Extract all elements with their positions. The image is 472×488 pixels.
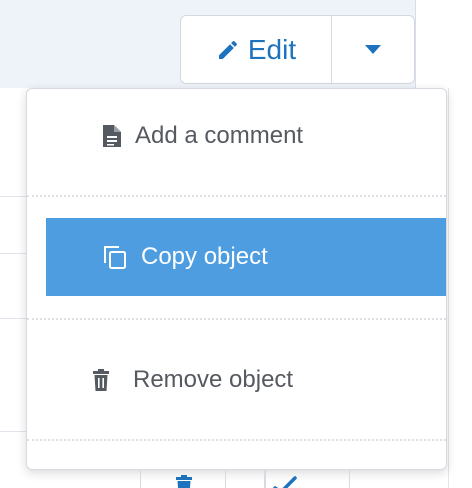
trash-icon [174,474,194,488]
menu-separator [27,439,446,441]
menu-item-remove-object[interactable]: Remove object [91,355,293,405]
trash-icon [91,368,111,392]
menu-separator [27,318,446,320]
menu-item-label: Remove object [133,366,294,393]
menu-item-copy-object[interactable]: Copy object [46,218,446,296]
pencil-icon [216,38,240,62]
toolbar-gap [226,470,266,488]
menu-item-label: Copy object [141,243,268,270]
edit-button-label: Edit [247,33,297,65]
menu-separator [27,195,446,197]
menu-item-label: Add a comment [135,122,304,149]
row-delete-button[interactable] [140,470,226,488]
menu-item-add-comment[interactable]: Add a comment [101,111,303,161]
bg-divider [448,88,449,488]
edit-split-button: Edit [180,15,415,84]
page-edge [415,0,416,88]
copy-icon [101,243,129,271]
checkmark-icon [273,476,299,488]
document-icon [101,123,123,149]
row-confirm-button[interactable] [264,470,350,488]
actions-dropdown-menu: Add a comment Copy object Remove object [26,88,447,470]
dropdown-toggle-button[interactable] [332,16,414,83]
caret-down-icon [364,44,382,56]
edit-button[interactable]: Edit [181,16,331,83]
